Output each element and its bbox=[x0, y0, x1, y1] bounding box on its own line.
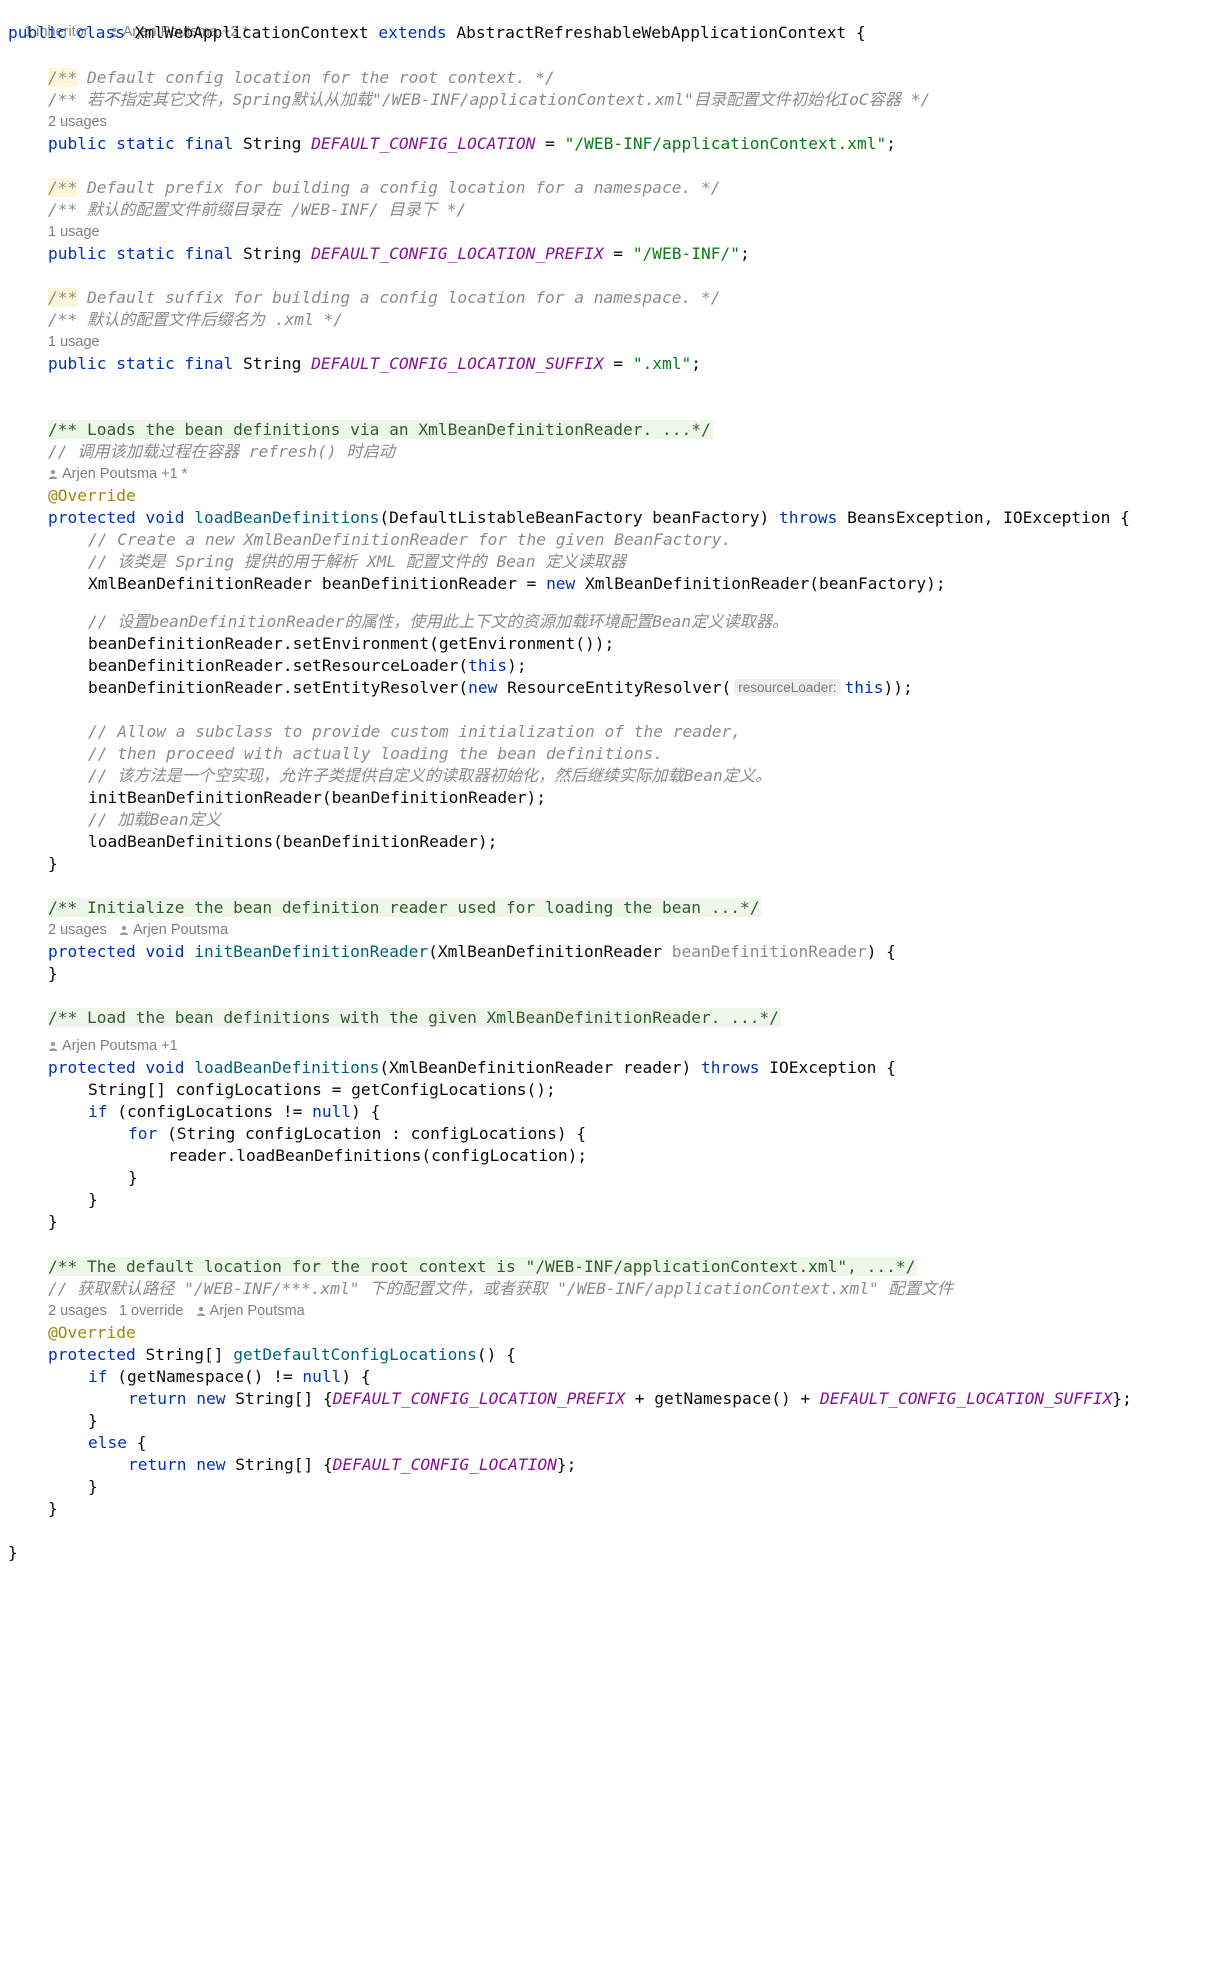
code-vision-hints: 2 usages Arjen Poutsma bbox=[48, 920, 228, 940]
line-comment: // 获取默认路径 "/WEB-INF/***.xml" 下的配置文件，或者获取… bbox=[48, 1279, 954, 1298]
folded-doc-comment[interactable]: /** Load the bean definitions with the g… bbox=[48, 1004, 781, 1031]
method-signature: protected void initBeanDefinitionReader(… bbox=[48, 942, 896, 961]
code-vision-hints: 2 usages 1 override Arjen Poutsma bbox=[48, 1301, 305, 1321]
usages-link[interactable]: 2 usages bbox=[48, 1303, 107, 1319]
method-name: loadBeanDefinitions bbox=[194, 1058, 380, 1077]
usages-link[interactable]: 2 usages bbox=[48, 922, 107, 938]
class-name: XmlWebApplicationContext bbox=[134, 23, 369, 42]
statement: XmlBeanDefinitionReader beanDefinitionRe… bbox=[88, 574, 946, 593]
closing-brace: } bbox=[48, 854, 58, 873]
folded-doc-comment[interactable]: /** Initialize the bean definition reade… bbox=[48, 894, 762, 921]
doc-comment-cn: /** 若不指定其它文件，Spring默认从加载"/WEB-INF/applic… bbox=[48, 90, 931, 109]
method-name: initBeanDefinitionReader bbox=[194, 942, 429, 961]
author-link[interactable]: Arjen Poutsma bbox=[133, 922, 228, 938]
super-class: AbstractRefreshableWebApplicationContext bbox=[456, 23, 847, 42]
field-declaration: public static final String DEFAULT_CONFI… bbox=[48, 134, 896, 153]
person-icon bbox=[119, 925, 129, 935]
closing-brace: } bbox=[48, 964, 58, 983]
class-declaration: public class XmlWebApplicationContext ex… bbox=[8, 23, 866, 42]
person-icon bbox=[196, 1306, 206, 1316]
usages-link[interactable]: 1 usage bbox=[48, 332, 100, 352]
closing-brace: } bbox=[88, 1477, 98, 1496]
statement: reader.loadBeanDefinitions(configLocatio… bbox=[168, 1146, 588, 1165]
return-statement: return new String[] {DEFAULT_CONFIG_LOCA… bbox=[128, 1455, 577, 1474]
author-link[interactable]: Arjen Poutsma bbox=[210, 1303, 305, 1319]
line-comment: // 调用该加载过程在容器 refresh() 时启动 bbox=[48, 442, 395, 461]
person-icon bbox=[48, 1041, 58, 1051]
author-hint[interactable]: Arjen Poutsma +1 bbox=[48, 1036, 178, 1056]
closing-brace: } bbox=[48, 1212, 58, 1231]
author-hint[interactable]: Arjen Poutsma +1 * bbox=[48, 464, 187, 484]
closing-brace: } bbox=[128, 1168, 138, 1187]
method-name: loadBeanDefinitions bbox=[194, 508, 380, 527]
overrides-link[interactable]: 1 override bbox=[119, 1303, 183, 1319]
usages-link[interactable]: 2 usages bbox=[48, 112, 107, 132]
closing-brace: } bbox=[48, 1499, 58, 1518]
closing-brace: } bbox=[88, 1190, 98, 1209]
statement: loadBeanDefinitions(beanDefinitionReader… bbox=[88, 832, 498, 851]
doc-comment-cn: /** 默认的配置文件后缀名为 .xml */ bbox=[48, 310, 344, 329]
return-statement: return new String[] {DEFAULT_CONFIG_LOCA… bbox=[128, 1389, 1132, 1408]
code-editor[interactable]: 1 inheritor Arjen Poutsma +2 * public cl… bbox=[0, 0, 1207, 1964]
doc-comment-cn: /** 默认的配置文件前缀目录在 /WEB-INF/ 目录下 */ bbox=[48, 200, 467, 219]
field-declaration: public static final String DEFAULT_CONFI… bbox=[48, 354, 702, 373]
method-name: getDefaultConfigLocations bbox=[233, 1345, 477, 1364]
statement: beanDefinitionReader.setEntityResolver(n… bbox=[88, 678, 913, 697]
class-closing-brace: } bbox=[8, 1543, 18, 1562]
person-icon bbox=[48, 469, 58, 479]
usages-link[interactable]: 1 usage bbox=[48, 222, 100, 242]
parameter-hint: resourceLoader: bbox=[734, 679, 841, 696]
field-declaration: public static final String DEFAULT_CONFI… bbox=[48, 244, 750, 263]
